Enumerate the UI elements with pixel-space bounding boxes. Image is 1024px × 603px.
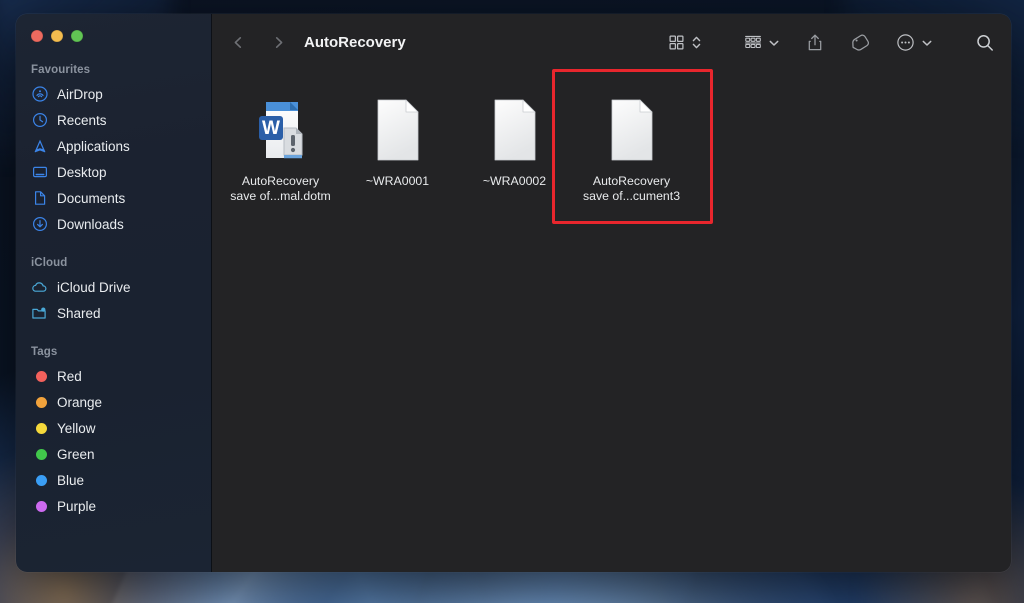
chevron-down-icon[interactable]: [921, 37, 933, 49]
view-mode-control[interactable]: [668, 29, 702, 57]
file-item[interactable]: ~WRA0002: [456, 87, 573, 189]
chevron-up-down-icon[interactable]: [691, 34, 702, 51]
forward-button[interactable]: [264, 29, 292, 57]
sidebar-item-tag-yellow[interactable]: Yellow: [16, 415, 211, 441]
file-label: AutoRecoverysave of...mal.dotm: [230, 174, 330, 204]
blank-document-icon: [483, 95, 547, 165]
sidebar-item-label: Green: [57, 447, 95, 462]
sidebar-item-label: Orange: [57, 395, 102, 410]
sidebar-section-tags-title: Tags: [16, 346, 211, 363]
back-button[interactable]: [224, 29, 252, 57]
more-actions-control[interactable]: [896, 29, 933, 57]
chevron-down-icon[interactable]: [768, 37, 780, 49]
tag-dot-icon: [31, 498, 48, 515]
tag-dot-icon: [31, 394, 48, 411]
download-icon: [31, 216, 48, 233]
sidebar-item-label: Recents: [57, 113, 107, 128]
clock-icon: [31, 112, 48, 129]
file-item-highlighted[interactable]: AutoRecoverysave of...cument3: [573, 87, 690, 204]
sidebar-item-label: iCloud Drive: [57, 280, 131, 295]
sidebar-item-shared[interactable]: Shared: [16, 300, 211, 326]
tag-dot-icon: [31, 446, 48, 463]
grid-view-icon[interactable]: [668, 29, 685, 57]
sidebar-item-tag-blue[interactable]: Blue: [16, 467, 211, 493]
sidebar-item-tag-purple[interactable]: Purple: [16, 493, 211, 519]
sidebar-item-tag-orange[interactable]: Orange: [16, 389, 211, 415]
sidebar-item-tag-red[interactable]: Red: [16, 363, 211, 389]
sidebar-item-label: Yellow: [57, 421, 96, 436]
sidebar-item-icloud-drive[interactable]: iCloud Drive: [16, 274, 211, 300]
sidebar-item-label: Applications: [57, 139, 130, 154]
sidebar-item-label: AirDrop: [57, 87, 103, 102]
cloud-icon: [31, 279, 48, 296]
group-by-icon[interactable]: [744, 29, 762, 57]
shared-folder-icon: [31, 305, 48, 322]
sidebar-item-label: Desktop: [57, 165, 107, 180]
airdrop-icon: [31, 86, 48, 103]
tag-dot-icon: [31, 420, 48, 437]
group-by-control[interactable]: [744, 29, 780, 57]
maximize-button[interactable]: [71, 30, 83, 42]
sidebar-item-documents[interactable]: Documents: [16, 185, 211, 211]
sidebar-section-favourites-title: Favourites: [16, 64, 211, 81]
sidebar-item-label: Documents: [57, 191, 125, 206]
file-label: ~WRA0002: [483, 174, 546, 189]
finder-sidebar: Favourites AirDrop Recents: [16, 14, 212, 572]
finder-content-pane: AutoRecovery: [212, 14, 1011, 572]
sidebar-item-downloads[interactable]: Downloads: [16, 211, 211, 237]
sidebar-section-icloud-title: iCloud: [16, 257, 211, 274]
minimize-button[interactable]: [51, 30, 63, 42]
sidebar-item-label: Shared: [57, 306, 101, 321]
close-button[interactable]: [31, 30, 43, 42]
sidebar-item-tag-green[interactable]: Green: [16, 441, 211, 467]
sidebar-item-label: Purple: [57, 499, 96, 514]
page-title: AutoRecovery: [304, 34, 406, 51]
ellipsis-circle-icon[interactable]: [896, 29, 915, 57]
sidebar-item-label: Red: [57, 369, 82, 384]
file-item[interactable]: ~WRA0001: [339, 87, 456, 189]
sidebar-item-airdrop[interactable]: AirDrop: [16, 81, 211, 107]
finder-window: Favourites AirDrop Recents: [16, 14, 1011, 572]
sidebar-item-applications[interactable]: Applications: [16, 133, 211, 159]
blank-document-icon: [600, 95, 664, 165]
files-area: W AutoRecoverysave of...mal.dotm: [212, 71, 1011, 572]
blank-document-icon: [366, 95, 430, 165]
sidebar-item-recents[interactable]: Recents: [16, 107, 211, 133]
word-document-alert-icon: W: [249, 95, 313, 165]
tag-dot-icon: [31, 368, 48, 385]
tag-dot-icon: [31, 472, 48, 489]
sidebar-item-label: Blue: [57, 473, 84, 488]
file-grid: W AutoRecoverysave of...mal.dotm: [212, 87, 1011, 204]
desktop-icon: [31, 164, 48, 181]
file-label: AutoRecoverysave of...cument3: [583, 174, 680, 204]
search-button[interactable]: [975, 29, 995, 57]
file-label: ~WRA0001: [366, 174, 429, 189]
svg-text:W: W: [262, 118, 280, 139]
window-controls: [16, 14, 211, 42]
tag-button[interactable]: [850, 29, 870, 57]
sidebar-item-desktop[interactable]: Desktop: [16, 159, 211, 185]
share-button[interactable]: [806, 29, 824, 57]
document-icon: [31, 190, 48, 207]
finder-toolbar: AutoRecovery: [212, 14, 1011, 71]
sidebar-item-label: Downloads: [57, 217, 124, 232]
file-item[interactable]: W AutoRecoverysave of...mal.dotm: [222, 87, 339, 204]
applications-icon: [31, 138, 48, 155]
